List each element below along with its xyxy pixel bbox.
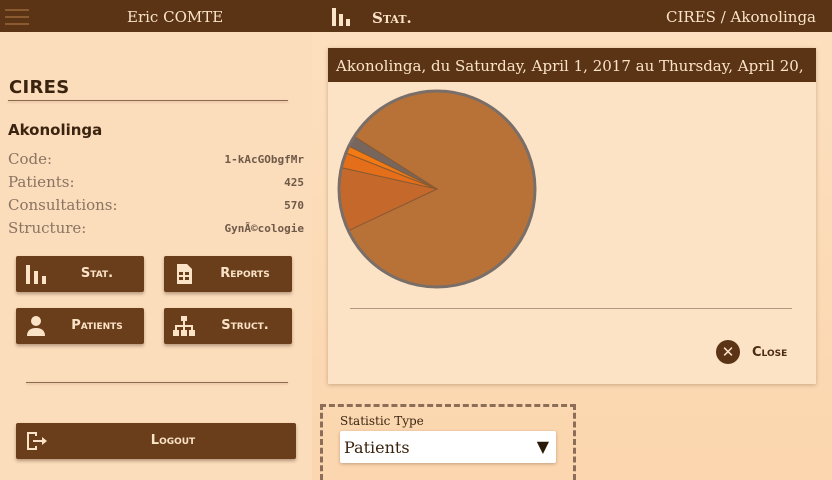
dropdown-arrow-icon: ▼ xyxy=(536,437,549,456)
section-title: Stat. xyxy=(372,9,412,27)
patients-button[interactable]: Patients xyxy=(16,308,144,344)
org-title: CIRES xyxy=(9,77,70,98)
info-label: Consultations: xyxy=(8,196,118,214)
struct-button-label: Struct. xyxy=(221,318,269,333)
close-icon: ✕ xyxy=(716,340,740,364)
bar-chart-icon xyxy=(26,265,46,284)
top-bar: Eric COMTE Stat. CIRES / Akonolinga xyxy=(0,0,832,32)
close-label: Close xyxy=(752,345,788,360)
divider xyxy=(8,100,288,101)
site-name: Akonolinga xyxy=(8,121,103,139)
stat-button[interactable]: Stat. xyxy=(16,256,144,292)
struct-button[interactable]: Struct. xyxy=(164,308,292,344)
info-label: Code: xyxy=(8,150,53,168)
info-label: Patients: xyxy=(8,173,75,191)
close-button[interactable]: ✕ Close xyxy=(716,340,808,366)
pie-chart xyxy=(337,89,537,289)
spreadsheet-icon xyxy=(177,264,192,284)
info-value: GynÃ©cologie xyxy=(224,222,304,235)
info-value: 1-kAcGObgfMr xyxy=(224,153,304,166)
info-row-code: Code: 1-kAcGObgfMr xyxy=(8,150,304,170)
patients-button-label: Patients xyxy=(71,318,123,333)
menu-icon[interactable] xyxy=(5,9,29,25)
statistic-type-panel: Statistic Type Patients ▼ xyxy=(320,404,576,480)
info-row-consultations: Consultations: 570 xyxy=(8,196,304,216)
logout-button[interactable]: Logout xyxy=(16,423,296,459)
reports-button-label: Reports xyxy=(220,266,270,281)
logout-button-label: Logout xyxy=(150,433,196,448)
info-label: Structure: xyxy=(8,219,87,237)
bar-chart-icon xyxy=(332,8,350,26)
user-name: Eric COMTE xyxy=(127,8,224,26)
info-value: 425 xyxy=(284,176,304,189)
divider xyxy=(26,382,288,383)
sitemap-icon xyxy=(173,316,195,336)
divider xyxy=(350,308,792,309)
info-row-structure: Structure: GynÃ©cologie xyxy=(8,219,304,239)
reports-button[interactable]: Reports xyxy=(164,256,292,292)
person-icon xyxy=(27,316,45,336)
statistic-type-value: Patients xyxy=(344,438,410,457)
breadcrumb: CIRES / Akonolinga xyxy=(666,8,816,26)
stat-button-label: Stat. xyxy=(80,266,114,281)
statistic-type-label: Statistic Type xyxy=(340,414,424,428)
dialog-title: Akonolinga, du Saturday, April 1, 2017 a… xyxy=(336,57,804,75)
info-row-patients: Patients: 425 xyxy=(8,173,304,193)
logout-icon xyxy=(27,432,47,450)
dialog-header: Akonolinga, du Saturday, April 1, 2017 a… xyxy=(328,48,816,82)
info-value: 570 xyxy=(284,199,304,212)
statistic-type-select[interactable]: Patients ▼ xyxy=(340,431,556,463)
statistics-dialog: Akonolinga, du Saturday, April 1, 2017 a… xyxy=(328,48,816,384)
